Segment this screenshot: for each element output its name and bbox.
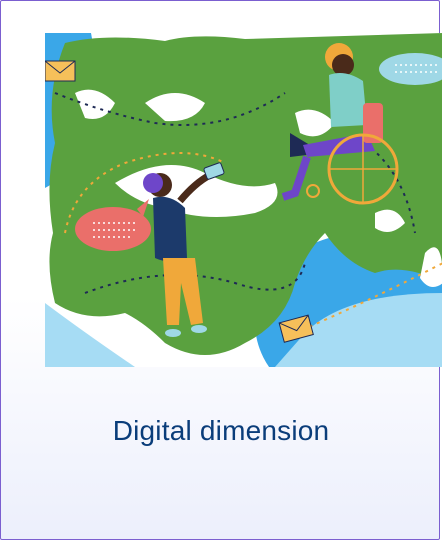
card-title: Digital dimension bbox=[112, 415, 330, 446]
envelope-icon bbox=[45, 60, 76, 82]
digital-dimension-card[interactable]: Digital dimension bbox=[0, 0, 442, 540]
world-map-illustration bbox=[45, 33, 442, 367]
